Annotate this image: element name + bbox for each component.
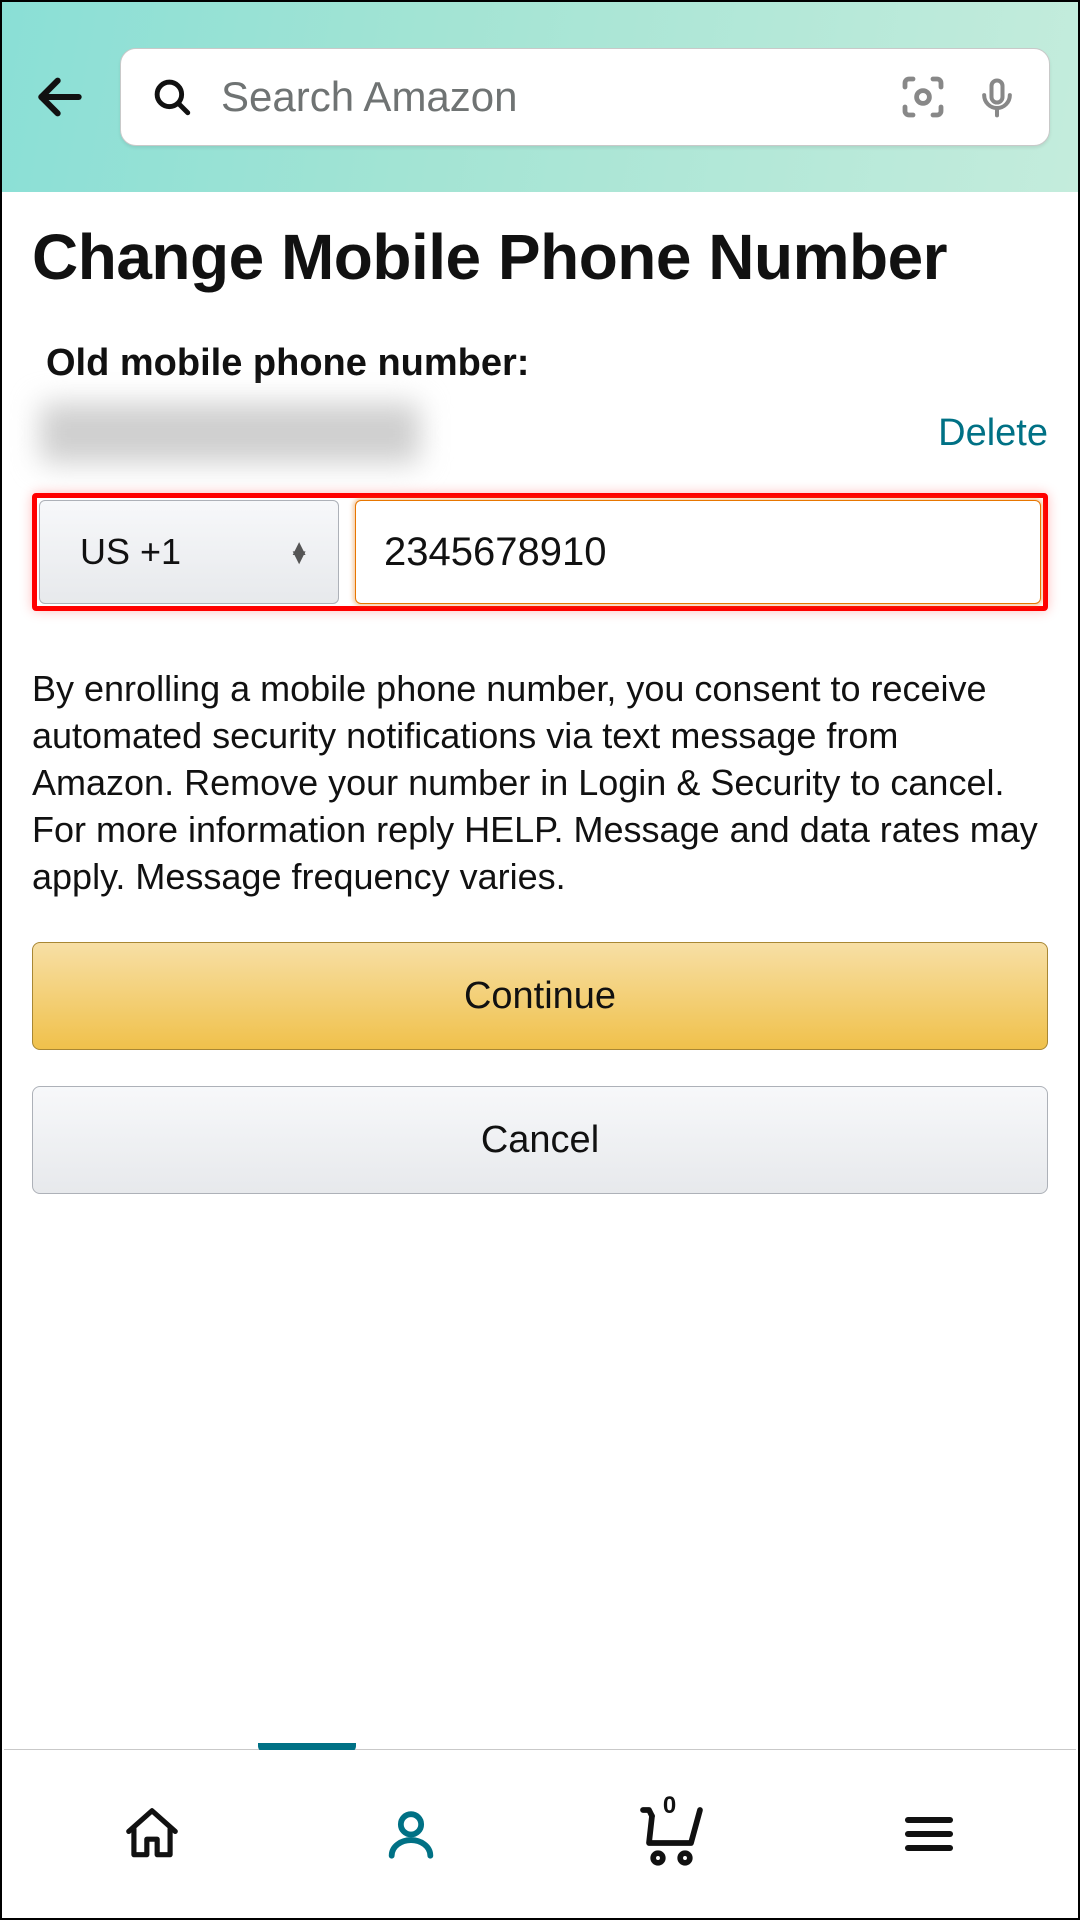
select-arrows-icon: ▲▼: [288, 543, 310, 563]
continue-button[interactable]: Continue: [32, 942, 1048, 1050]
phone-entry-highlight: US +1 ▲▼: [32, 493, 1048, 611]
arrow-left-icon: [32, 69, 88, 125]
app-header: [2, 2, 1078, 192]
old-number-label: Old mobile phone number:: [32, 342, 1048, 385]
consent-text: By enrolling a mobile phone number, you …: [32, 666, 1048, 900]
hamburger-icon: [901, 1806, 957, 1862]
phone-number-input[interactable]: [384, 530, 1012, 575]
microphone-icon[interactable]: [975, 75, 1019, 119]
back-button[interactable]: [30, 67, 90, 127]
phone-input-wrap: [355, 500, 1041, 604]
nav-profile[interactable]: [366, 1789, 456, 1879]
search-input[interactable]: [221, 73, 871, 121]
country-code-value: US +1: [80, 531, 181, 573]
nav-home[interactable]: [107, 1789, 197, 1879]
profile-icon: [382, 1805, 440, 1863]
search-icon: [151, 76, 193, 118]
cancel-button[interactable]: Cancel: [32, 1086, 1048, 1194]
home-icon: [121, 1803, 183, 1865]
bottom-nav: 0: [2, 1750, 1078, 1918]
camera-scan-icon[interactable]: [899, 73, 947, 121]
old-number-value-blurred: [40, 403, 420, 463]
main-content: Change Mobile Phone Number Old mobile ph…: [2, 192, 1078, 1194]
nav-menu[interactable]: [884, 1789, 974, 1879]
search-bar[interactable]: [120, 48, 1050, 146]
page-title: Change Mobile Phone Number: [32, 222, 1048, 292]
nav-cart[interactable]: 0: [625, 1789, 715, 1879]
old-number-row: Delete: [32, 403, 1048, 463]
cart-count-badge: 0: [625, 1792, 715, 1820]
delete-link[interactable]: Delete: [938, 412, 1048, 455]
country-code-select[interactable]: US +1 ▲▼: [39, 500, 339, 604]
